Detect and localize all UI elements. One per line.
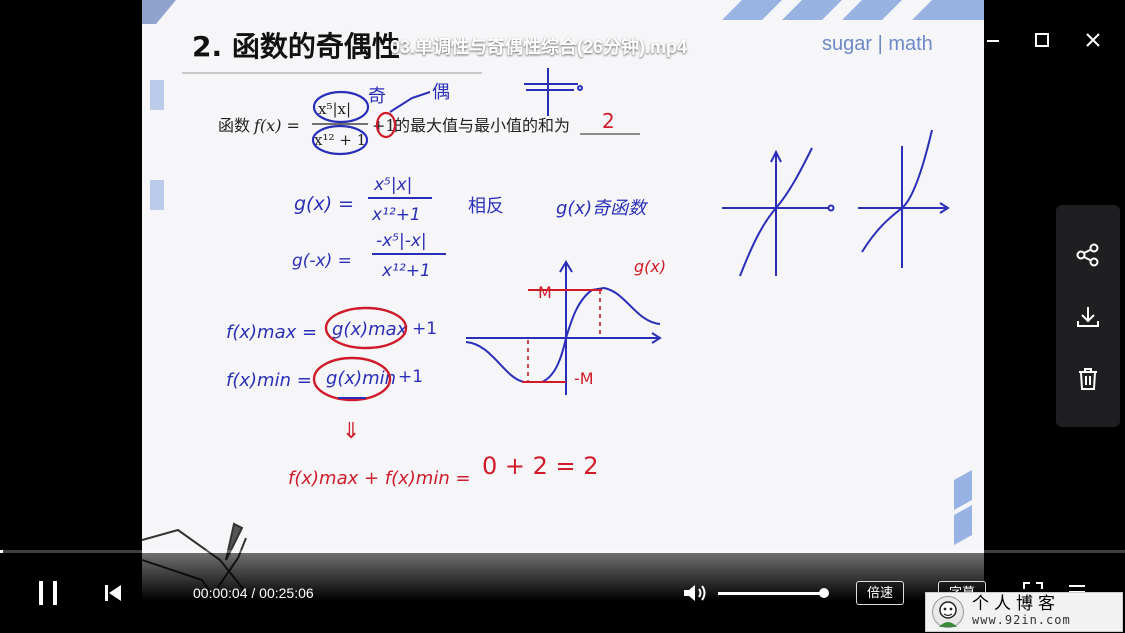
graph-g — [465, 260, 662, 395]
volume-button[interactable] — [680, 580, 710, 606]
arrow-to-even — [389, 91, 431, 113]
problem-numerator: x⁵|x| — [318, 100, 351, 118]
download-button[interactable] — [1070, 299, 1106, 335]
volume-slider-handle[interactable] — [818, 588, 829, 598]
previous-button[interactable] — [98, 580, 128, 606]
close-icon — [1086, 33, 1100, 47]
download-icon — [1077, 307, 1099, 327]
watermark-text: 个人博客 www.92in.com — [972, 596, 1071, 628]
site-watermark: 个人博客 www.92in.com — [925, 592, 1123, 632]
slide-heading: 2. 函数的奇偶性 — [192, 30, 400, 63]
problem-suffix: 的最大值与最小值的和为 — [394, 116, 570, 135]
watermark-name: 个人博客 — [972, 594, 1060, 614]
skip-previous-icon — [105, 585, 121, 601]
maximize-button[interactable] — [1026, 24, 1058, 56]
g-neg-numerator: -x⁵|-x| — [376, 231, 427, 251]
g-neg-definition: g(-x) = — [292, 251, 352, 271]
fmin-right: g(x)min — [326, 368, 396, 389]
video-frame[interactable]: 2. 函数的奇偶性 sugar | math 函数 f(x) = x⁵|x| x… — [142, 0, 984, 633]
share-button[interactable] — [1070, 237, 1106, 273]
total-time: 00:25:06 — [259, 585, 314, 601]
slide-decoration-left — [150, 80, 164, 210]
implies-arrow: ⇓ — [342, 419, 360, 444]
delete-button[interactable] — [1070, 361, 1106, 397]
annotation-g-odd: g(x)奇函数 — [556, 198, 648, 219]
graph-max-label: M — [538, 283, 552, 302]
annotation-opposite: 相反 — [468, 196, 504, 217]
time-separator: / — [247, 585, 260, 601]
annotation-even: 偶 — [432, 82, 450, 103]
sketch-graph-2 — [858, 129, 950, 268]
volume-icon — [684, 585, 706, 601]
volume-slider-fill — [718, 592, 824, 595]
graph-label: g(x) — [634, 257, 666, 276]
side-action-panel — [1056, 205, 1120, 427]
fmax-plus: +1 — [412, 319, 437, 339]
g-denominator: x¹²+1 — [371, 205, 421, 225]
slide-brand: sugar | math — [822, 33, 933, 55]
slide-decoration-right — [954, 470, 972, 545]
slide-decoration-top — [142, 0, 984, 24]
g-neg-denominator: x¹²+1 — [381, 261, 431, 281]
maximize-icon — [1035, 33, 1049, 47]
answer-value: 2 — [602, 109, 615, 133]
time-display: 00:00:04 / 00:25:06 — [193, 585, 314, 601]
trash-icon — [1079, 368, 1097, 390]
annotation-odd: 奇 — [368, 86, 386, 107]
video-title: 03.单调性与奇偶性综合(26分钟).mp4 — [390, 37, 688, 57]
watermark-avatar-icon — [932, 596, 964, 628]
minimize-button[interactable] — [977, 24, 1009, 56]
speed-button[interactable]: 倍速 — [856, 581, 905, 605]
fmax-right: g(x)max — [332, 319, 408, 340]
current-time: 00:00:04 — [193, 585, 248, 601]
sum-left: f(x)max + f(x)min = — [288, 468, 471, 489]
video-player-window: 2. 函数的奇偶性 sugar | math 函数 f(x) = x⁵|x| x… — [0, 0, 1125, 633]
fmax-left: f(x)max = — [226, 322, 317, 343]
fmin-left: f(x)min = — [226, 370, 312, 391]
problem-prefix: 函数 — [218, 116, 250, 135]
lecture-slide: 2. 函数的奇偶性 sugar | math 函数 f(x) = x⁵|x| x… — [142, 0, 984, 633]
g-definition: g(x) = — [294, 193, 354, 215]
share-icon — [1076, 243, 1099, 267]
problem-denominator: x¹² + 1 — [314, 131, 366, 149]
problem-fx: f(x) = — [253, 116, 300, 135]
volume-slider[interactable] — [718, 588, 829, 598]
fmin-plus: +1 — [398, 367, 423, 387]
sketch-axes-small — [524, 68, 583, 116]
pause-icon — [39, 581, 57, 605]
minimize-icon — [987, 40, 999, 42]
sketch-graph-1 — [722, 147, 835, 277]
pause-button[interactable] — [30, 575, 66, 611]
watermark-url: www.92in.com — [972, 613, 1071, 627]
graph-min-label: -M — [574, 369, 594, 388]
g-numerator: x⁵|x| — [373, 175, 412, 195]
close-button[interactable] — [1077, 24, 1109, 56]
sum-right: 0 + 2 = 2 — [482, 452, 599, 480]
